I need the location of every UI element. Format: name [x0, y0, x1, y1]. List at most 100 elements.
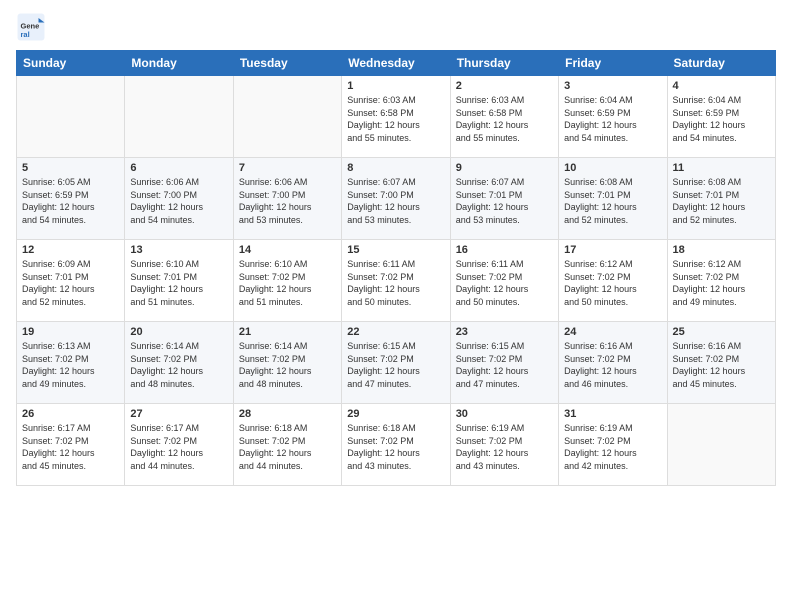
logo: Gene ral [16, 12, 50, 42]
day-info: Sunrise: 6:07 AM Sunset: 7:01 PM Dayligh… [456, 176, 553, 226]
weekday-header-monday: Monday [125, 51, 233, 76]
day-info: Sunrise: 6:04 AM Sunset: 6:59 PM Dayligh… [673, 94, 770, 144]
calendar-cell [125, 76, 233, 158]
day-number: 31 [564, 408, 661, 420]
day-info: Sunrise: 6:03 AM Sunset: 6:58 PM Dayligh… [347, 94, 444, 144]
week-row-2: 5 Sunrise: 6:05 AM Sunset: 6:59 PM Daylig… [17, 158, 776, 240]
day-info: Sunrise: 6:14 AM Sunset: 7:02 PM Dayligh… [130, 340, 227, 390]
day-info: Sunrise: 6:12 AM Sunset: 7:02 PM Dayligh… [564, 258, 661, 308]
calendar-cell: 5 Sunrise: 6:05 AM Sunset: 6:59 PM Daylig… [17, 158, 125, 240]
calendar-cell: 28 Sunrise: 6:18 AM Sunset: 7:02 PM Dayli… [233, 404, 341, 486]
calendar-cell: 20 Sunrise: 6:14 AM Sunset: 7:02 PM Dayli… [125, 322, 233, 404]
day-number: 12 [22, 244, 119, 256]
day-info: Sunrise: 6:17 AM Sunset: 7:02 PM Dayligh… [130, 422, 227, 472]
day-info: Sunrise: 6:03 AM Sunset: 6:58 PM Dayligh… [456, 94, 553, 144]
calendar-cell: 31 Sunrise: 6:19 AM Sunset: 7:02 PM Dayli… [559, 404, 667, 486]
day-number: 1 [347, 80, 444, 92]
calendar-cell: 26 Sunrise: 6:17 AM Sunset: 7:02 PM Dayli… [17, 404, 125, 486]
weekday-header-saturday: Saturday [667, 51, 775, 76]
week-row-3: 12Sunrise: 6:09 AM Sunset: 7:01 PM Dayli… [17, 240, 776, 322]
day-number: 9 [456, 162, 553, 174]
calendar-table: SundayMondayTuesdayWednesdayThursdayFrid… [16, 50, 776, 486]
calendar-cell: 23 Sunrise: 6:15 AM Sunset: 7:02 PM Dayli… [450, 322, 558, 404]
day-info: Sunrise: 6:06 AM Sunset: 7:00 PM Dayligh… [239, 176, 336, 226]
day-number: 4 [673, 80, 770, 92]
calendar-cell: 1 Sunrise: 6:03 AM Sunset: 6:58 PM Daylig… [342, 76, 450, 158]
calendar-cell: 29Sunrise: 6:18 AM Sunset: 7:02 PM Dayli… [342, 404, 450, 486]
day-info: Sunrise: 6:19 AM Sunset: 7:02 PM Dayligh… [564, 422, 661, 472]
day-number: 19 [22, 326, 119, 338]
day-info: Sunrise: 6:10 AM Sunset: 7:01 PM Dayligh… [130, 258, 227, 308]
calendar-cell: 12Sunrise: 6:09 AM Sunset: 7:01 PM Dayli… [17, 240, 125, 322]
weekday-header-wednesday: Wednesday [342, 51, 450, 76]
day-number: 5 [22, 162, 119, 174]
day-info: Sunrise: 6:17 AM Sunset: 7:02 PM Dayligh… [22, 422, 119, 472]
header: Gene ral [16, 12, 776, 42]
calendar-cell: 3Sunrise: 6:04 AM Sunset: 6:59 PM Daylig… [559, 76, 667, 158]
day-info: Sunrise: 6:11 AM Sunset: 7:02 PM Dayligh… [347, 258, 444, 308]
day-info: Sunrise: 6:16 AM Sunset: 7:02 PM Dayligh… [673, 340, 770, 390]
calendar-cell: 22 Sunrise: 6:15 AM Sunset: 7:02 PM Dayli… [342, 322, 450, 404]
calendar-cell: 6 Sunrise: 6:06 AM Sunset: 7:00 PM Daylig… [125, 158, 233, 240]
calendar-cell: 15 Sunrise: 6:11 AM Sunset: 7:02 PM Dayli… [342, 240, 450, 322]
day-number: 24 [564, 326, 661, 338]
day-number: 16 [456, 244, 553, 256]
weekday-header-row: SundayMondayTuesdayWednesdayThursdayFrid… [17, 51, 776, 76]
calendar-cell: 7Sunrise: 6:06 AM Sunset: 7:00 PM Daylig… [233, 158, 341, 240]
calendar-cell: 25Sunrise: 6:16 AM Sunset: 7:02 PM Dayli… [667, 322, 775, 404]
calendar-cell: 27 Sunrise: 6:17 AM Sunset: 7:02 PM Dayli… [125, 404, 233, 486]
day-number: 30 [456, 408, 553, 420]
calendar-cell: 30 Sunrise: 6:19 AM Sunset: 7:02 PM Dayli… [450, 404, 558, 486]
day-number: 22 [347, 326, 444, 338]
weekday-header-tuesday: Tuesday [233, 51, 341, 76]
day-info: Sunrise: 6:08 AM Sunset: 7:01 PM Dayligh… [564, 176, 661, 226]
day-number: 26 [22, 408, 119, 420]
day-number: 15 [347, 244, 444, 256]
page: Gene ral SundayMondayTuesdayWednesdayThu… [0, 0, 792, 612]
day-number: 8 [347, 162, 444, 174]
day-info: Sunrise: 6:12 AM Sunset: 7:02 PM Dayligh… [673, 258, 770, 308]
calendar-cell: 4 Sunrise: 6:04 AM Sunset: 6:59 PM Daylig… [667, 76, 775, 158]
day-number: 27 [130, 408, 227, 420]
day-number: 2 [456, 80, 553, 92]
day-info: Sunrise: 6:08 AM Sunset: 7:01 PM Dayligh… [673, 176, 770, 226]
calendar-cell [233, 76, 341, 158]
day-info: Sunrise: 6:18 AM Sunset: 7:02 PM Dayligh… [239, 422, 336, 472]
day-number: 21 [239, 326, 336, 338]
day-info: Sunrise: 6:15 AM Sunset: 7:02 PM Dayligh… [347, 340, 444, 390]
calendar-cell [667, 404, 775, 486]
calendar-cell: 8 Sunrise: 6:07 AM Sunset: 7:00 PM Daylig… [342, 158, 450, 240]
day-number: 20 [130, 326, 227, 338]
calendar-cell: 19 Sunrise: 6:13 AM Sunset: 7:02 PM Dayli… [17, 322, 125, 404]
week-row-4: 19 Sunrise: 6:13 AM Sunset: 7:02 PM Dayli… [17, 322, 776, 404]
day-info: Sunrise: 6:05 AM Sunset: 6:59 PM Dayligh… [22, 176, 119, 226]
day-number: 17 [564, 244, 661, 256]
calendar-cell: 16Sunrise: 6:11 AM Sunset: 7:02 PM Dayli… [450, 240, 558, 322]
calendar-cell: 18Sunrise: 6:12 AM Sunset: 7:02 PM Dayli… [667, 240, 775, 322]
day-number: 11 [673, 162, 770, 174]
day-info: Sunrise: 6:14 AM Sunset: 7:02 PM Dayligh… [239, 340, 336, 390]
day-info: Sunrise: 6:10 AM Sunset: 7:02 PM Dayligh… [239, 258, 336, 308]
day-info: Sunrise: 6:07 AM Sunset: 7:00 PM Dayligh… [347, 176, 444, 226]
day-info: Sunrise: 6:16 AM Sunset: 7:02 PM Dayligh… [564, 340, 661, 390]
weekday-header-friday: Friday [559, 51, 667, 76]
calendar-cell: 10Sunrise: 6:08 AM Sunset: 7:01 PM Dayli… [559, 158, 667, 240]
day-number: 14 [239, 244, 336, 256]
day-number: 28 [239, 408, 336, 420]
week-row-1: 1 Sunrise: 6:03 AM Sunset: 6:58 PM Daylig… [17, 76, 776, 158]
day-number: 6 [130, 162, 227, 174]
calendar-cell: 13Sunrise: 6:10 AM Sunset: 7:01 PM Dayli… [125, 240, 233, 322]
day-info: Sunrise: 6:06 AM Sunset: 7:00 PM Dayligh… [130, 176, 227, 226]
day-number: 23 [456, 326, 553, 338]
calendar-cell: 17 Sunrise: 6:12 AM Sunset: 7:02 PM Dayli… [559, 240, 667, 322]
calendar-cell: 11 Sunrise: 6:08 AM Sunset: 7:01 PM Dayli… [667, 158, 775, 240]
calendar-cell: 2 Sunrise: 6:03 AM Sunset: 6:58 PM Daylig… [450, 76, 558, 158]
weekday-header-sunday: Sunday [17, 51, 125, 76]
day-number: 3 [564, 80, 661, 92]
calendar-cell: 24 Sunrise: 6:16 AM Sunset: 7:02 PM Dayli… [559, 322, 667, 404]
day-info: Sunrise: 6:13 AM Sunset: 7:02 PM Dayligh… [22, 340, 119, 390]
logo-icon: Gene ral [16, 12, 46, 42]
weekday-header-thursday: Thursday [450, 51, 558, 76]
day-info: Sunrise: 6:15 AM Sunset: 7:02 PM Dayligh… [456, 340, 553, 390]
day-info: Sunrise: 6:19 AM Sunset: 7:02 PM Dayligh… [456, 422, 553, 472]
